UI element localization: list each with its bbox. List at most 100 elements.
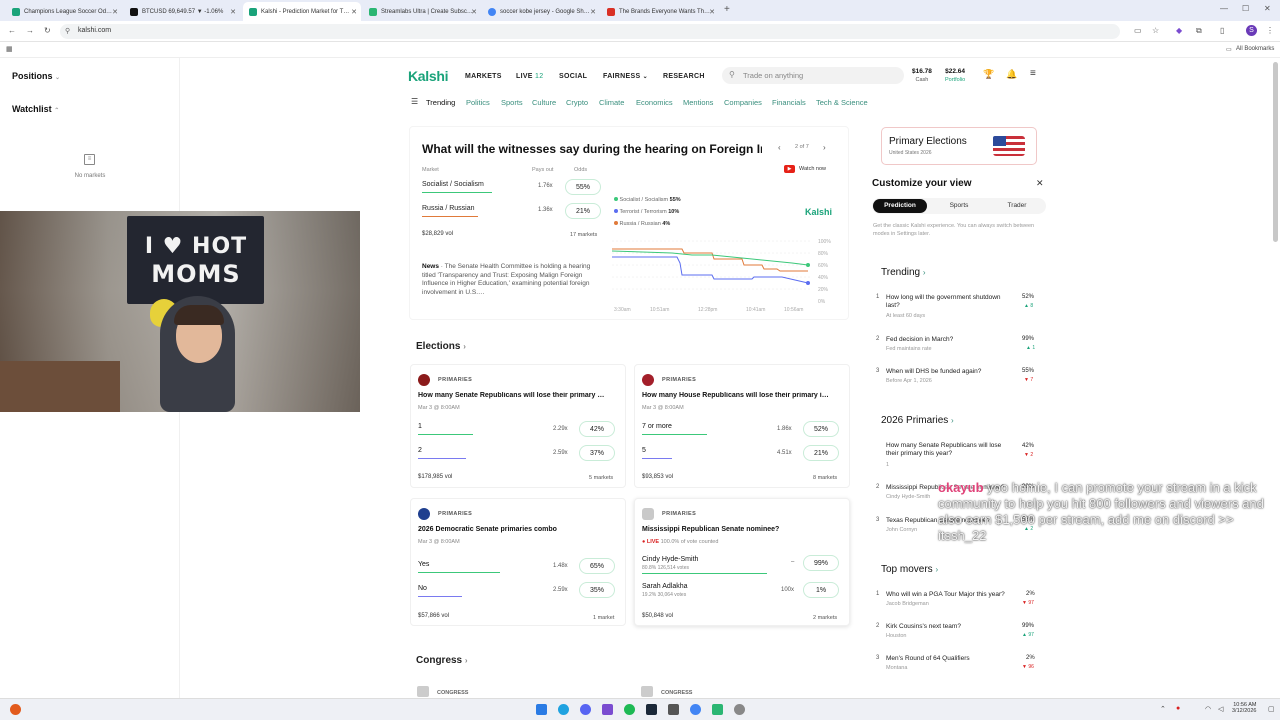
sidepanel-icon[interactable]: ▯ <box>1220 26 1224 35</box>
extensions-icon[interactable]: ⧉ <box>1196 26 1202 36</box>
odds-button[interactable]: 52% <box>803 421 839 437</box>
watch-now-button[interactable]: ▶ Watch now <box>784 164 844 174</box>
odds-button[interactable]: 99% <box>803 555 839 571</box>
chrome-icon[interactable] <box>690 704 701 715</box>
browser-tab[interactable]: Streamlabs Ultra | Create Subsc… ✕ <box>363 2 481 21</box>
browser-tab[interactable]: The Brands Everyone Wants Th… ✕ <box>601 2 719 21</box>
market-title[interactable]: How many Senate Republicans will lose th… <box>418 392 623 399</box>
odds-button[interactable]: 21% <box>803 445 839 461</box>
cash-balance[interactable]: $16.78 Cash <box>912 68 932 83</box>
app-icon[interactable] <box>10 704 21 715</box>
category-trending[interactable]: Trending <box>426 98 455 107</box>
tray-app-icon[interactable]: ● <box>1176 705 1180 712</box>
close-icon[interactable]: ✕ <box>112 8 118 16</box>
browser-tab[interactable]: BTCUSD 69,649.57 ▼ -1.06% ✕ <box>124 2 240 21</box>
terminal-icon[interactable] <box>668 704 679 715</box>
category-financials[interactable]: Financials <box>772 98 806 107</box>
list-item[interactable]: 2 Fed decision in March? Fed maintains r… <box>876 335 1040 359</box>
portfolio-balance[interactable]: $22.64 Portfolio <box>945 68 965 83</box>
primary-elections-promo[interactable]: Primary Elections United States 2026 <box>881 127 1037 165</box>
category-economics[interactable]: Economics <box>636 98 673 107</box>
list-item[interactable]: 3 When will DHS be funded again? Before … <box>876 367 1040 391</box>
discord-icon[interactable] <box>580 704 591 715</box>
trending-title[interactable]: Trending › <box>881 267 926 278</box>
category-mentions[interactable]: Mentions <box>683 98 713 107</box>
browser-tab[interactable]: Champions League Soccer Od… ✕ <box>6 2 122 21</box>
reload-icon[interactable]: ↻ <box>44 26 51 35</box>
featured-title[interactable]: What will the witnesses say during the h… <box>422 142 762 156</box>
watchlist-toggle[interactable]: Watchlist ⌃ <box>12 104 59 114</box>
category-politics[interactable]: Politics <box>466 98 490 107</box>
trophy-icon[interactable]: 🏆 <box>983 69 994 80</box>
list-item[interactable]: 1 Who will win a PGA Tour Major this yea… <box>876 590 1040 614</box>
congress-section-link[interactable]: Congress › <box>416 655 468 666</box>
next-arrow-icon[interactable]: › <box>823 143 826 152</box>
system-clock[interactable]: 10:56 AM 3/12/2026 <box>1232 702 1256 714</box>
odds-button[interactable]: 55% <box>565 179 601 195</box>
cast-icon[interactable]: ▭ <box>1134 26 1142 35</box>
edge-icon[interactable] <box>558 704 569 715</box>
browser-tab-active[interactable]: Kalshi - Prediction Market for T… ✕ <box>243 2 361 21</box>
streamlabs-icon[interactable] <box>712 704 723 715</box>
market-title[interactable]: How many House Republicans will lose the… <box>642 392 847 399</box>
market-card[interactable]: PRIMARIES How many House Republicans wil… <box>634 364 850 488</box>
category-culture[interactable]: Culture <box>532 98 556 107</box>
tray-chevron-icon[interactable]: ⌃ <box>1160 705 1166 713</box>
filter-icon[interactable]: ☰ <box>411 97 418 106</box>
browser-menu-icon[interactable]: ⋮ <box>1266 26 1274 35</box>
list-item[interactable]: 3 Men's Round of 64 Qualifiers Montana 2… <box>876 654 1040 678</box>
market-card[interactable]: PRIMARIES How many Senate Republicans wi… <box>410 364 626 488</box>
url-field[interactable]: ⚲ kalshi.com <box>60 24 1120 39</box>
spotify-icon[interactable] <box>624 704 635 715</box>
list-item[interactable]: 1 How long will the government shutdown … <box>876 293 1040 321</box>
nav-social[interactable]: SOCIAL <box>559 73 587 80</box>
odds-button[interactable]: 65% <box>579 558 615 574</box>
close-icon[interactable]: ✕ <box>1036 178 1044 189</box>
notification-icon[interactable]: ▢ <box>1268 705 1275 713</box>
bell-icon[interactable]: 🔔 <box>1006 69 1017 80</box>
market-card[interactable]: PRIMARIES Mississippi Republican Senate … <box>634 498 850 626</box>
site-info-icon[interactable]: ⚲ <box>65 27 70 35</box>
primaries-title[interactable]: 2026 Primaries › <box>881 415 954 426</box>
top-movers-title[interactable]: Top movers › <box>881 564 938 575</box>
profile-avatar[interactable]: S <box>1246 25 1257 36</box>
steam-icon[interactable] <box>646 704 657 715</box>
category-crypto[interactable]: Crypto <box>566 98 588 107</box>
start-icon[interactable] <box>536 704 547 715</box>
menu-icon[interactable]: ≡ <box>1030 68 1036 79</box>
category-climate[interactable]: Climate <box>599 98 624 107</box>
odds-button[interactable]: 1% <box>803 582 839 598</box>
minimize-button[interactable]: — <box>1220 4 1228 13</box>
category-tech-science[interactable]: Tech & Science <box>816 98 868 107</box>
market-card[interactable]: PRIMARIES 2026 Democratic Senate primari… <box>410 498 626 626</box>
close-icon[interactable]: ✕ <box>709 8 715 16</box>
mode-trader[interactable]: Trader <box>992 199 1042 213</box>
nav-fairness[interactable]: FAIRNESS ⌄ <box>603 73 648 80</box>
featured-market-card[interactable]: What will the witnesses say during the h… <box>409 126 849 320</box>
category-companies[interactable]: Companies <box>724 98 762 107</box>
odds-button[interactable]: 35% <box>579 582 615 598</box>
back-arrow-icon[interactable]: ← <box>8 26 16 35</box>
all-bookmarks-link[interactable]: All Bookmarks <box>1236 46 1274 52</box>
close-icon[interactable]: ✕ <box>351 8 357 16</box>
category-sports[interactable]: Sports <box>501 98 523 107</box>
market-title[interactable]: 2026 Democratic Senate primaries combo <box>418 526 623 533</box>
list-item[interactable]: 2 Kirk Cousins's next team? Houston 99% … <box>876 622 1040 646</box>
extension-icon[interactable]: ◆ <box>1176 26 1182 35</box>
odds-button[interactable]: 42% <box>579 421 615 437</box>
kalshi-logo[interactable]: Kalshi <box>408 68 449 84</box>
close-icon[interactable]: ✕ <box>230 8 236 16</box>
positions-toggle[interactable]: Positions ⌄ <box>12 71 60 81</box>
list-item[interactable]: How many Senate Republicans will lose th… <box>876 441 1040 471</box>
wifi-icon[interactable]: ◠ <box>1205 705 1211 713</box>
close-icon[interactable]: ✕ <box>471 8 477 16</box>
maximize-button[interactable]: ☐ <box>1242 4 1249 13</box>
apps-grid-icon[interactable]: ▦ <box>6 45 13 53</box>
market-title[interactable]: Mississippi Republican Senate nominee? <box>642 526 847 533</box>
new-tab-button[interactable]: + <box>724 4 730 15</box>
mode-prediction[interactable]: Prediction <box>873 199 927 213</box>
forward-arrow-icon[interactable]: → <box>26 26 34 35</box>
close-window-button[interactable]: ✕ <box>1264 4 1271 13</box>
nav-live[interactable]: LIVE 12 <box>516 73 543 80</box>
volume-icon[interactable]: ◁ <box>1218 705 1223 713</box>
